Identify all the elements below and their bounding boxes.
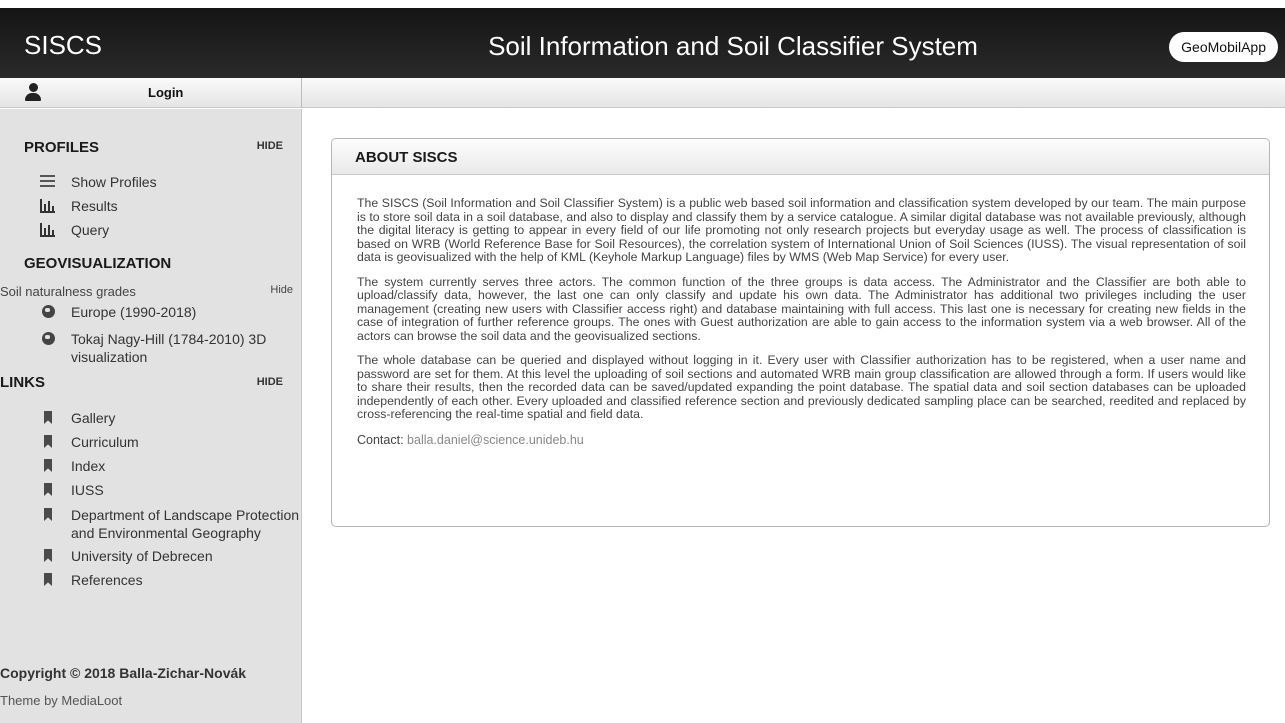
login-area: Login [0, 78, 302, 108]
links-hide-link[interactable]: HIDE [257, 376, 283, 388]
sidebar-item-department[interactable]: Department of Landscape Protection and E… [40, 506, 302, 542]
sidebar-item-query[interactable]: Query [40, 221, 109, 239]
sidebar-item-label: Europe (1990-2018) [71, 304, 197, 320]
panel-header: ABOUT SISCS [332, 139, 1269, 175]
sidebar-item-index[interactable]: Index [40, 457, 105, 475]
profiles-heading: PROFILES [24, 139, 100, 156]
login-link[interactable]: Login [148, 78, 183, 108]
sidebar-item-label: Show Profiles [71, 174, 157, 190]
sidebar-item-label: University of Debrecen [71, 548, 213, 564]
about-paragraph: The system currently serves three actors… [357, 274, 1246, 343]
sidebar-item-label: Curriculum [71, 434, 139, 450]
sidebar-item-label: References [71, 572, 143, 588]
user-icon [25, 83, 41, 101]
contact-label: Contact: [357, 432, 404, 447]
geomobilapp-button[interactable]: GeoMobilApp [1169, 32, 1278, 62]
site-title: Soil Information and Soil Classifier Sys… [488, 31, 978, 61]
list-icon [40, 175, 55, 189]
copyright-text: Copyright © 2018 Balla-Zichar-Novák [0, 665, 247, 681]
sidebar-item-label: Tokaj Nagy-Hill (1784-2010) 3D visualiza… [71, 331, 267, 365]
geovisualization-heading: GEOVISUALIZATION [24, 255, 172, 272]
sidebar-item-label: Department of Landscape Protection and E… [71, 507, 300, 541]
sidebar: PROFILES HIDE Show Profiles Results Quer… [0, 109, 302, 723]
sidebar-item-gallery[interactable]: Gallery [40, 409, 115, 427]
soil-naturalness-label: Soil naturalness grades [0, 284, 136, 299]
sidebar-item-tokaj[interactable]: Tokaj Nagy-Hill (1784-2010) 3D visualiza… [40, 330, 280, 366]
globe-icon [42, 305, 55, 318]
links-heading: LINKS [0, 374, 45, 391]
panel-body: The SISCS (Soil Information and Soil Cla… [332, 175, 1269, 447]
bar-chart-icon [40, 199, 55, 213]
brand-logo[interactable]: SISCS [0, 16, 302, 78]
panel-title: ABOUT SISCS [355, 149, 458, 166]
header-bar: SISCS Soil Information and Soil Classifi… [0, 0, 1285, 78]
geovisualization-hide-link[interactable]: Hide [270, 284, 293, 296]
sidebar-item-show-profiles[interactable]: Show Profiles [40, 173, 157, 191]
sidebar-item-iuss[interactable]: IUSS [40, 481, 104, 499]
globe-icon [42, 332, 55, 345]
sidebar-item-results[interactable]: Results [40, 197, 118, 215]
theme-credit: Theme by MediaLoot [0, 693, 123, 708]
sidebar-item-references[interactable]: References [40, 571, 143, 589]
about-panel: ABOUT SISCS The SISCS (Soil Information … [331, 138, 1270, 527]
sidebar-item-university[interactable]: University of Debrecen [40, 547, 213, 565]
contact-line: Contact: balla.daniel@science.unideb.hu [357, 433, 1246, 447]
sidebar-item-curriculum[interactable]: Curriculum [40, 433, 139, 451]
user-bar: Login [0, 78, 1285, 108]
bar-chart-icon [40, 223, 55, 237]
sidebar-item-europe[interactable]: Europe (1990-2018) [40, 303, 196, 321]
profiles-hide-link[interactable]: HIDE [257, 140, 283, 152]
contact-email-link[interactable]: balla.daniel@science.unideb.hu [407, 433, 584, 447]
about-paragraph: The SISCS (Soil Information and Soil Cla… [357, 196, 1246, 264]
about-paragraph: The whole database can be queried and di… [357, 353, 1246, 421]
